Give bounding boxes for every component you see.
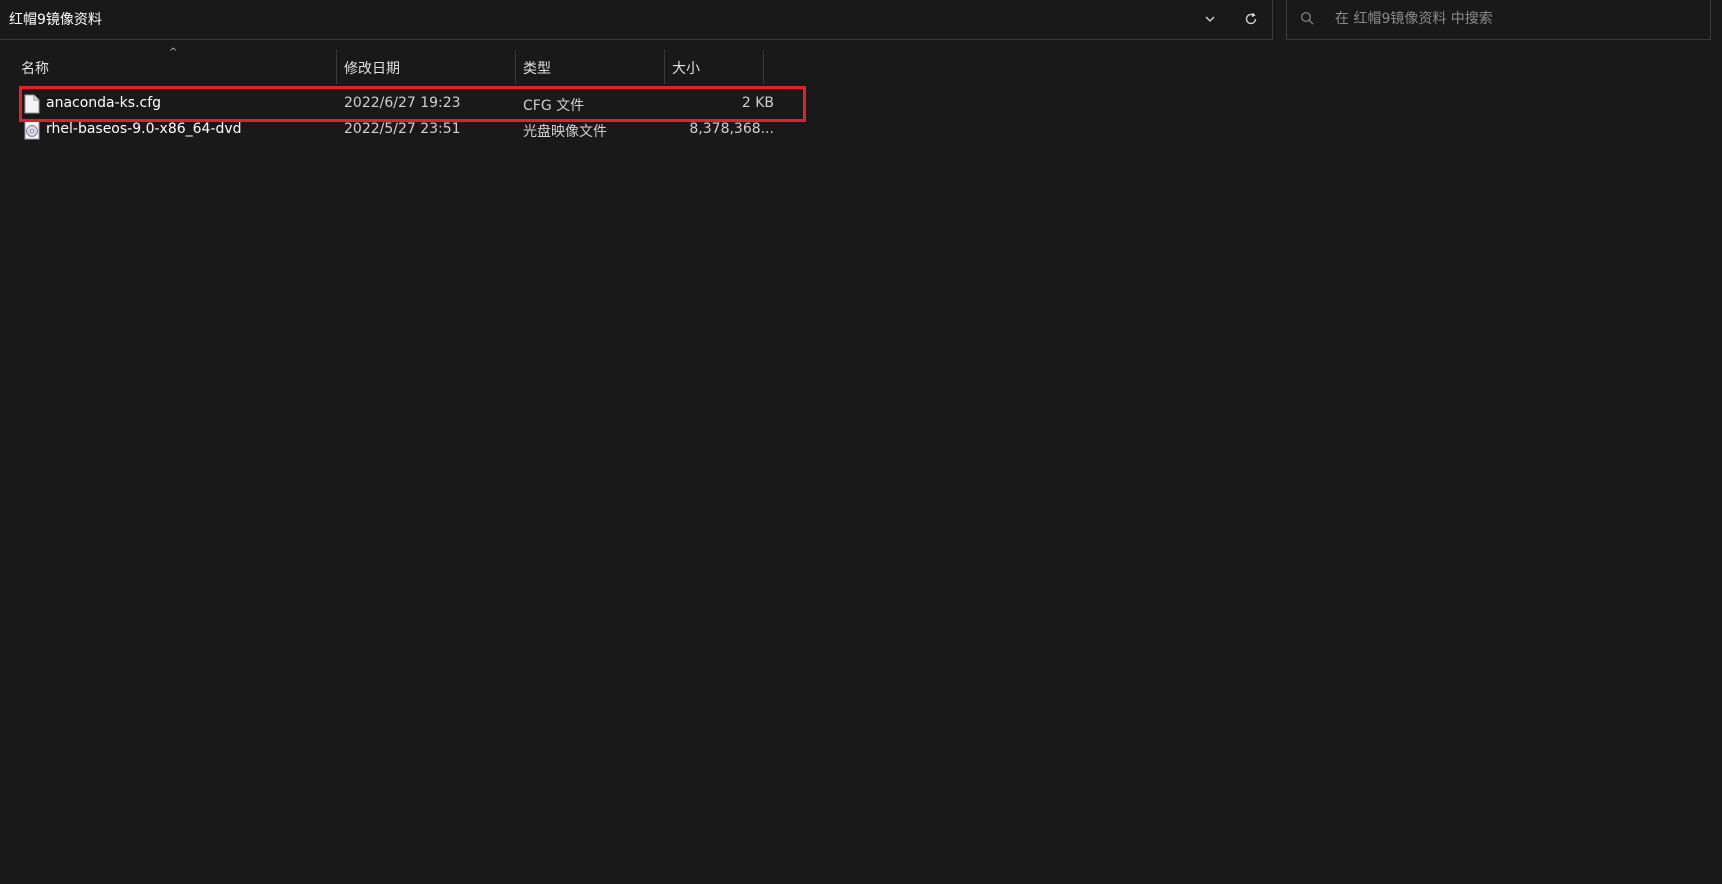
file-size: 8,378,368... <box>689 121 774 137</box>
search-input[interactable] <box>1335 6 1695 32</box>
address-bar[interactable]: 红帽9镜像资料 <box>0 0 1273 40</box>
column-header-size-label: 大小 <box>672 61 700 77</box>
file-modified-date: 2022/6/27 19:23 <box>344 95 461 111</box>
file-type: 光盘映像文件 <box>523 124 607 140</box>
refresh-icon[interactable] <box>1239 8 1263 30</box>
disc-image-icon <box>23 120 41 140</box>
column-header-type[interactable]: 类型 <box>523 50 663 84</box>
search-box[interactable] <box>1286 0 1711 40</box>
file-row[interactable]: rhel-baseos-9.0-x86_64-dvd 2022/5/27 23:… <box>18 117 774 143</box>
file-name[interactable]: rhel-baseos-9.0-x86_64-dvd <box>46 121 242 137</box>
address-path[interactable]: 红帽9镜像资料 <box>9 9 102 29</box>
column-header-date[interactable]: 修改日期 <box>344 50 514 84</box>
column-header-name-label: 名称 <box>21 61 49 77</box>
file-name[interactable]: anaconda-ks.cfg <box>46 95 161 111</box>
chevron-down-icon[interactable] <box>1198 8 1222 30</box>
column-header-size[interactable]: 大小 <box>672 50 762 84</box>
file-type: CFG 文件 <box>523 98 585 114</box>
file-modified-date: 2022/5/27 23:51 <box>344 121 461 137</box>
column-divider[interactable] <box>763 50 764 84</box>
column-divider[interactable] <box>515 50 516 84</box>
file-size: 2 KB <box>741 95 774 111</box>
column-divider[interactable] <box>336 50 337 84</box>
column-header-type-label: 类型 <box>523 61 551 77</box>
top-bar: 红帽9镜像资料 <box>0 0 1722 40</box>
file-row[interactable]: anaconda-ks.cfg 2022/6/27 19:23 CFG 文件 2… <box>18 91 774 117</box>
column-header-date-label: 修改日期 <box>344 61 400 77</box>
column-divider[interactable] <box>664 50 665 84</box>
document-file-icon <box>23 94 41 114</box>
column-header-name[interactable]: 名称 <box>21 50 334 84</box>
search-icon <box>1299 10 1315 26</box>
column-header-row: ^ 名称 修改日期 类型 大小 <box>0 47 764 84</box>
